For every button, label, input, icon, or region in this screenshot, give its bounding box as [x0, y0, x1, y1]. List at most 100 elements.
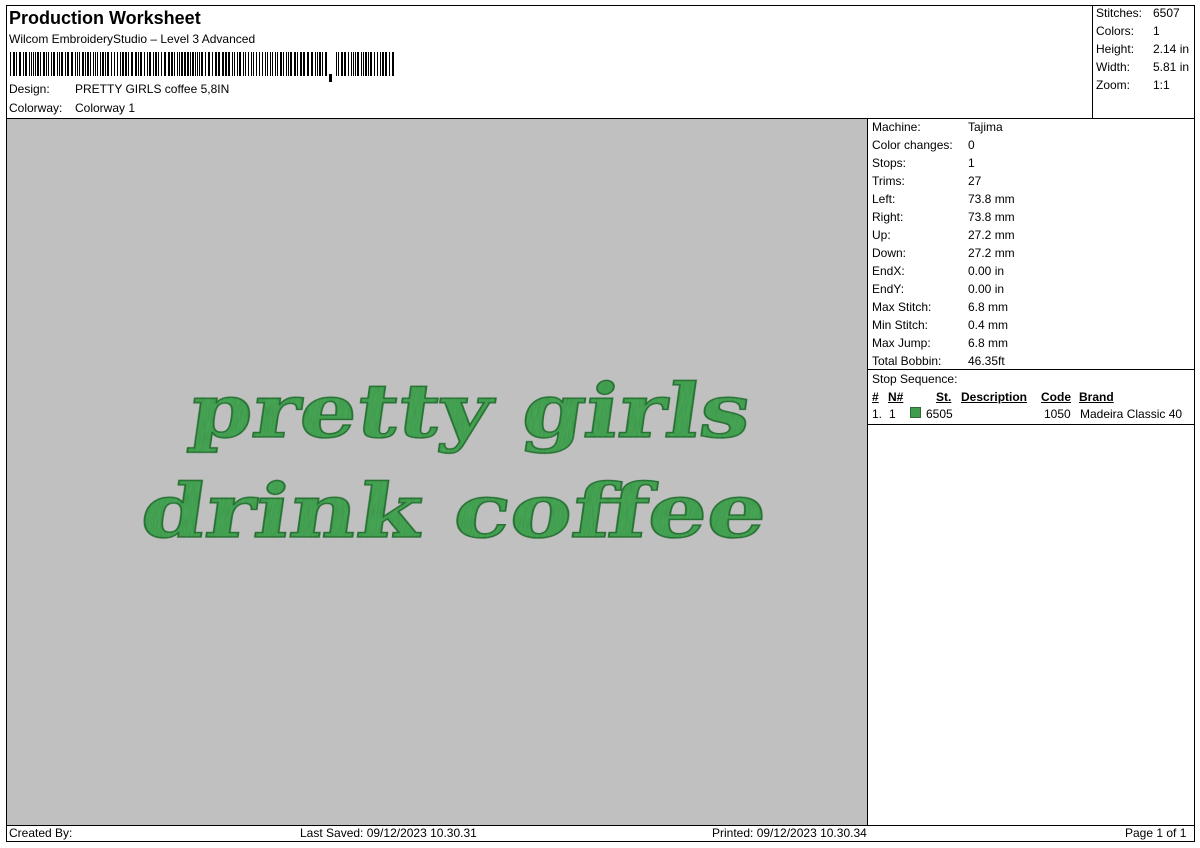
- stat-row: Max Stitch: 6.8 mm: [872, 300, 1008, 314]
- barcode-bar: [288, 52, 289, 76]
- barcode-bar: [184, 52, 186, 76]
- stat-row: EndX: 0.00 in: [872, 264, 1004, 278]
- stat-row: Machine: Tajima: [872, 120, 1003, 134]
- barcode: [10, 52, 394, 82]
- barcode-bar: [361, 52, 362, 76]
- barcode-bar: [37, 52, 39, 76]
- barcode-bar: [138, 52, 139, 76]
- stop-row-code: 1050: [1044, 407, 1071, 421]
- barcode-bar: [215, 52, 217, 76]
- barcode-bar: [253, 52, 254, 76]
- stat-value: Tajima: [968, 120, 1003, 134]
- barcode-bar: [107, 52, 109, 76]
- barcode-bar: [177, 52, 178, 76]
- stat-label: Stops:: [872, 156, 907, 170]
- barcode-bar: [122, 52, 124, 76]
- stat-label: Trims:: [872, 174, 905, 188]
- barcode-bar: [311, 52, 313, 76]
- barcode-bar: [181, 52, 183, 76]
- stat-value: 27: [968, 174, 982, 188]
- barcode-bar: [59, 52, 60, 76]
- stat-value: 46.35ft: [968, 354, 1005, 368]
- barcode-bar: [389, 52, 390, 76]
- stat-row: EndY: 0.00 in: [872, 282, 1004, 296]
- barcode-bar: [228, 52, 230, 76]
- barcode-bar: [147, 52, 148, 76]
- stat-label: Up:: [872, 228, 891, 242]
- barcode-bar: [239, 52, 241, 76]
- summary-label: Colors:: [1096, 24, 1135, 38]
- stop-row-needle: 1: [889, 407, 896, 421]
- barcode-bar: [51, 52, 52, 76]
- page-number: Page 1 of 1: [1125, 826, 1187, 840]
- colorway-value: Colorway 1: [75, 101, 136, 115]
- barcode-bar: [208, 52, 210, 76]
- barcode-bar: [325, 52, 327, 76]
- barcode-bar: [336, 52, 337, 76]
- stop-sequence-title: Stop Sequence:: [872, 372, 958, 386]
- barcode-bar: [117, 52, 118, 76]
- barcode-bar: [125, 52, 127, 76]
- barcode-bar: [90, 52, 91, 76]
- design-value: PRETTY GIRLS coffee 5,8IN: [75, 82, 230, 96]
- stat-row: Up: 27.2 mm: [872, 228, 1015, 242]
- barcode-bar: [370, 52, 372, 76]
- barcode-bar: [267, 52, 268, 76]
- barcode-bar: [294, 52, 296, 76]
- stat-value: 0.00 in: [968, 264, 1005, 278]
- stat-row: Max Jump: 6.8 mm: [872, 336, 1008, 350]
- col-code-header: Code: [1041, 390, 1071, 404]
- barcode-bar: [374, 52, 375, 76]
- stat-row: Color changes: 0: [872, 138, 975, 152]
- barcode-bar: [161, 52, 162, 76]
- stat-value: 73.8 mm: [968, 192, 1015, 206]
- summary-value: 1:1: [1153, 78, 1170, 92]
- barcode-bar: [153, 52, 154, 76]
- barcode-bar: [380, 52, 381, 76]
- stat-value: 1: [968, 156, 975, 170]
- last-saved: Last Saved: 09/12/2023 10.30.31: [300, 826, 477, 840]
- barcode-bar: [168, 52, 170, 76]
- design-preview: pretty girls drink coffee: [7, 119, 867, 825]
- barcode-bar: [218, 52, 220, 76]
- stat-label: Right:: [872, 210, 904, 224]
- colorway-row: Colorway: Colorway 1: [9, 101, 135, 115]
- barcode-bar: [77, 52, 78, 76]
- barcode-bar: [155, 52, 157, 76]
- barcode-bar: [164, 52, 166, 76]
- barcode-bar: [190, 52, 191, 76]
- stat-value: 27.2 mm: [968, 246, 1015, 260]
- stat-value: 0: [968, 138, 975, 152]
- barcode-bar: [67, 52, 69, 76]
- stat-value: 27.2 mm: [968, 228, 1015, 242]
- barcode-bar: [234, 52, 235, 76]
- barcode-bar: [275, 52, 276, 76]
- barcode-bar: [270, 52, 271, 76]
- barcode-bar: [131, 52, 133, 76]
- barcode-bar: [171, 52, 173, 76]
- page-title: Production Worksheet: [9, 8, 201, 28]
- design-line-1: pretty girls: [185, 367, 757, 455]
- barcode-bar: [25, 52, 27, 76]
- created-by: Created By:: [9, 826, 73, 840]
- thread-color-swatch: [910, 407, 921, 418]
- barcode-bar: [307, 52, 309, 76]
- stop-row-brand: Madeira Classic 40: [1080, 407, 1183, 421]
- barcode-bar: [57, 52, 58, 76]
- barcode-bar: [195, 52, 196, 76]
- stat-value: 6.8 mm: [968, 300, 1009, 314]
- barcode-bar: [272, 52, 273, 76]
- summary-row-width: Width: 5.81 in: [1096, 60, 1196, 74]
- barcode-bar: [46, 52, 47, 76]
- design-row: Design: PRETTY GIRLS coffee 5,8IN: [9, 82, 229, 96]
- barcode-bar: [355, 52, 356, 76]
- footer-divider: [6, 825, 1195, 826]
- barcode-bar: [179, 52, 180, 76]
- design-line-2: drink coffee: [136, 467, 773, 555]
- stat-label: EndY:: [872, 282, 905, 296]
- barcode-bar: [232, 52, 233, 76]
- barcode-bar: [114, 52, 115, 76]
- barcode-bar: [259, 52, 260, 76]
- barcode-bar: [158, 52, 159, 76]
- worksheet-header: Production Worksheet Wilcom EmbroiderySt…: [6, 5, 1092, 118]
